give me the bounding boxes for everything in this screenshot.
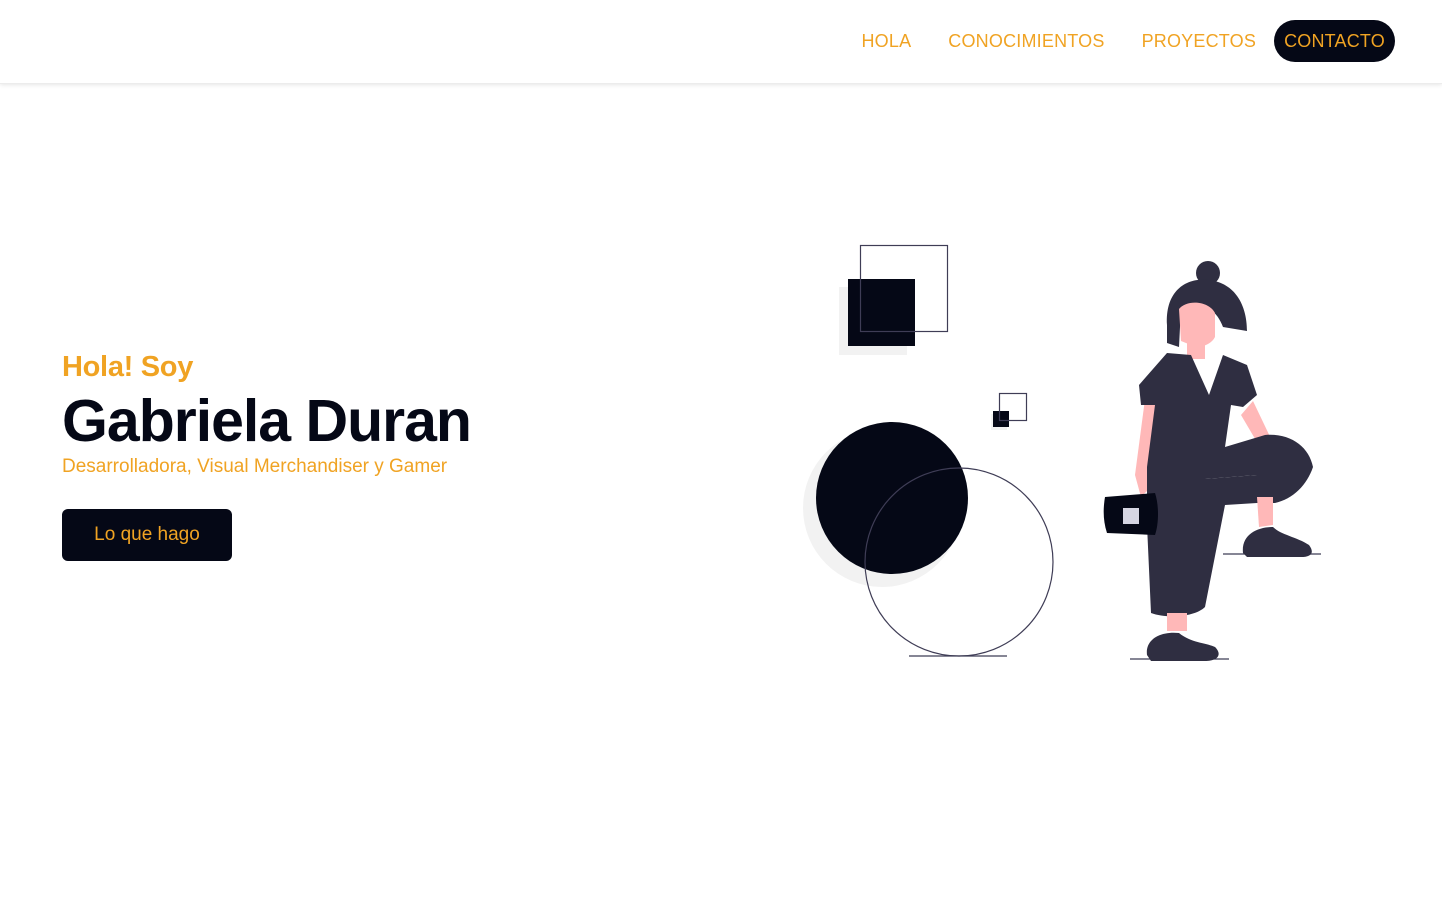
nav-item-hola: HOLA — [834, 20, 921, 62]
lo-que-hago-button[interactable]: Lo que hago — [62, 509, 232, 561]
small-square-filled — [993, 411, 1009, 427]
nav-item-conocimientos: CONOCIMIENTOS — [921, 20, 1114, 62]
hero-roles: Desarrolladora, Visual Merchandiser y Ga… — [62, 456, 448, 477]
hero-section: Hola! Soy Gabriela Duran Desarrolladora,… — [62, 348, 662, 561]
woman-figure — [1103, 261, 1321, 661]
nav-link-proyectos[interactable]: PROYECTOS — [1132, 20, 1267, 62]
nav-link-hola[interactable]: HOLA — [851, 20, 921, 62]
circle-filled — [816, 422, 968, 574]
woman-with-geometric-shapes-illustration-icon — [803, 244, 1321, 661]
square-filled — [848, 279, 915, 346]
nav-link-conocimientos[interactable]: CONOCIMIENTOS — [938, 20, 1114, 62]
hero-greeting: Hola! Soy — [62, 351, 194, 383]
nav-menu: HOLA CONOCIMIENTOS PROYECTOS CONTACTO — [834, 20, 1395, 62]
nav-link-contacto[interactable]: CONTACTO — [1274, 20, 1395, 62]
nav-item-contacto: CONTACTO — [1266, 20, 1395, 62]
nav-item-proyectos: PROYECTOS — [1115, 20, 1267, 62]
hero-illustration — [795, 235, 1335, 675]
hero-name: Gabriela Duran — [62, 388, 472, 454]
navbar: HOLA CONOCIMIENTOS PROYECTOS CONTACTO — [0, 0, 1442, 84]
